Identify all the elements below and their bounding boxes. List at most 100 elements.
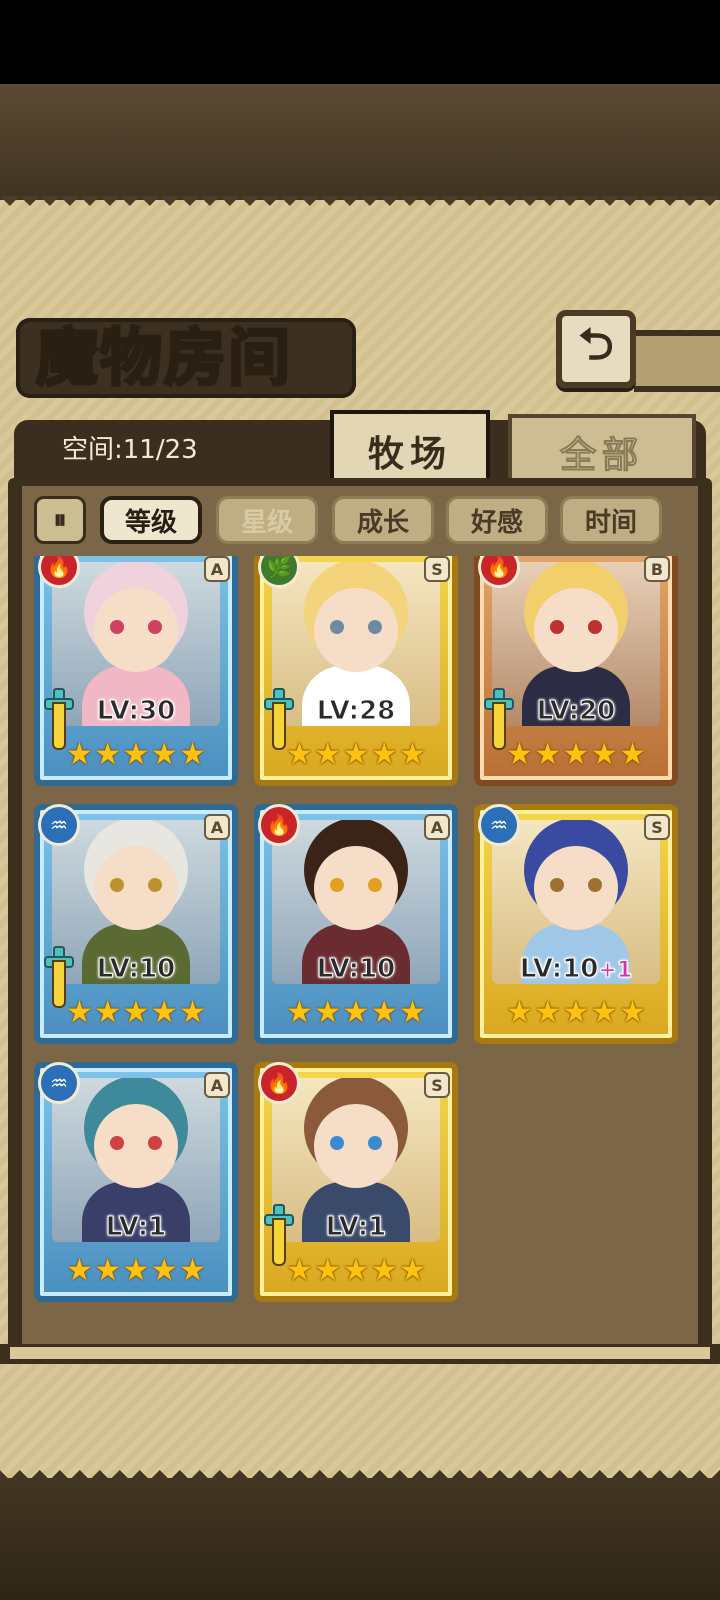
star-icon: ★ xyxy=(286,995,313,1030)
sort-time-button[interactable]: 时间 xyxy=(560,496,662,544)
map-background-top xyxy=(0,84,720,200)
star-rating: ★ ★ ★ ★ ★ xyxy=(286,738,426,772)
monster-card[interactable]: 🔥 B LV:20 ★ ★ ★ ★ ★ xyxy=(474,556,678,786)
back-button[interactable]: ⮌ xyxy=(556,310,636,388)
pause-icon: ⏸ xyxy=(53,504,67,535)
star-icon: ★ xyxy=(66,737,93,772)
water-element-icon: ♒ xyxy=(478,804,520,846)
star-icon: ★ xyxy=(94,995,122,1030)
star-icon: ★ xyxy=(150,1253,178,1288)
rank-badge: S xyxy=(424,1072,450,1098)
star-rating: ★ ★ ★ ★ ★ xyxy=(286,1254,426,1288)
storage-space-label: 空间:11/23 xyxy=(62,435,198,465)
portrait-eyes xyxy=(330,878,382,892)
star-icon: ★ xyxy=(94,737,122,772)
portrait-eyes xyxy=(330,1136,382,1150)
monster-grid: 🔥 A LV:30 ★ ★ ★ ★ ★ 🌿 S LV:28 ★ ★ ★ ★ ★ 🔥 B LV:20 ★ ★ ★ ★ ★ ♒ A LV… xyxy=(34,556,686,1326)
star-icon: ★ xyxy=(122,995,150,1030)
star-icon: ★ xyxy=(342,995,370,1030)
star-icon: ★ xyxy=(590,737,618,772)
sort-order-toggle-button[interactable]: ⏸ xyxy=(34,496,86,544)
return-arrow-icon: ⮌ xyxy=(578,318,614,370)
rank-badge: S xyxy=(644,814,670,840)
torn-edge-top xyxy=(0,196,720,216)
monster-card[interactable]: 🔥 A LV:30 ★ ★ ★ ★ ★ xyxy=(34,556,238,786)
star-rating: ★ ★ ★ ★ ★ xyxy=(286,996,426,1030)
star-rating: ★ ★ ★ ★ ★ xyxy=(506,996,646,1030)
monster-card[interactable]: ♒ A LV:1 ★ ★ ★ ★ ★ xyxy=(34,1062,238,1302)
star-icon: ★ xyxy=(122,737,150,772)
star-icon: ★ xyxy=(150,737,178,772)
sort-bar: ⏸ 等级 星级 成长 好感 时间 xyxy=(34,496,686,546)
fire-element-icon: 🔥 xyxy=(258,804,300,846)
rank-badge: B xyxy=(644,556,670,582)
star-icon: ★ xyxy=(370,1253,398,1288)
star-icon: ★ xyxy=(286,737,313,772)
level-label: LV:1 xyxy=(325,1212,387,1243)
level-label: LV:10+1 xyxy=(519,954,633,985)
star-icon: ★ xyxy=(370,995,398,1030)
tab-all[interactable]: 全部 xyxy=(508,414,696,486)
water-element-icon: ♒ xyxy=(38,804,80,846)
monster-card[interactable]: ♒ S LV:10+1 ★ ★ ★ ★ ★ xyxy=(474,804,678,1044)
fire-element-icon: 🔥 xyxy=(258,1062,300,1104)
monster-card[interactable]: ♒ A LV:10 ★ ★ ★ ★ ★ xyxy=(34,804,238,1044)
portrait-eyes xyxy=(110,878,162,892)
status-bar xyxy=(0,0,720,84)
header-rail xyxy=(634,330,720,392)
star-icon: ★ xyxy=(314,1253,342,1288)
star-icon: ★ xyxy=(314,737,342,772)
star-icon: ★ xyxy=(399,737,426,772)
star-icon: ★ xyxy=(506,737,533,772)
monster-card[interactable]: 🌿 S LV:28 ★ ★ ★ ★ ★ xyxy=(254,556,458,786)
level-label: LV:28 xyxy=(316,696,396,727)
star-rating: ★ ★ ★ ★ ★ xyxy=(66,1254,206,1288)
star-icon: ★ xyxy=(179,995,206,1030)
rank-badge: A xyxy=(204,556,230,582)
rank-badge: S xyxy=(424,556,450,582)
star-icon: ★ xyxy=(66,1253,93,1288)
water-element-icon: ♒ xyxy=(38,1062,80,1104)
monster-card[interactable]: 🔥 A LV:10 ★ ★ ★ ★ ★ xyxy=(254,804,458,1044)
portrait-eyes xyxy=(110,1136,162,1150)
star-icon: ★ xyxy=(122,1253,150,1288)
star-icon: ★ xyxy=(506,995,533,1030)
portrait-eyes xyxy=(550,620,602,634)
portrait-eyes xyxy=(110,620,162,634)
sort-level-button[interactable]: 等级 xyxy=(100,496,202,544)
portrait-eyes xyxy=(550,878,602,892)
star-icon: ★ xyxy=(590,995,618,1030)
star-icon: ★ xyxy=(286,1253,313,1288)
monster-card[interactable]: 🔥 S LV:1 ★ ★ ★ ★ ★ xyxy=(254,1062,458,1302)
star-icon: ★ xyxy=(619,995,646,1030)
star-rating: ★ ★ ★ ★ ★ xyxy=(506,738,646,772)
sort-affection-button[interactable]: 好感 xyxy=(446,496,548,544)
sort-star-button[interactable]: 星级 xyxy=(216,496,318,544)
star-icon: ★ xyxy=(66,995,93,1030)
star-rating: ★ ★ ★ ★ ★ xyxy=(66,996,206,1030)
tab-ranch[interactable]: 牧场 xyxy=(330,410,490,488)
sort-growth-button[interactable]: 成长 xyxy=(332,496,434,544)
torn-edge-bottom xyxy=(0,1460,720,1480)
map-background-bottom xyxy=(0,1478,720,1600)
star-icon: ★ xyxy=(179,737,206,772)
portrait-eyes xyxy=(330,620,382,634)
star-icon: ★ xyxy=(94,1253,122,1288)
level-label: LV:30 xyxy=(96,696,176,727)
star-icon: ★ xyxy=(342,737,370,772)
star-icon: ★ xyxy=(619,737,646,772)
page-title: 魔物房间 xyxy=(34,320,293,396)
rank-badge: A xyxy=(424,814,450,840)
star-rating: ★ ★ ★ ★ ★ xyxy=(66,738,206,772)
star-icon: ★ xyxy=(150,995,178,1030)
level-label: LV:1 xyxy=(105,1212,167,1243)
star-icon: ★ xyxy=(562,995,590,1030)
list-frame-rail xyxy=(10,1347,710,1359)
star-icon: ★ xyxy=(534,995,562,1030)
level-bonus: +1 xyxy=(598,958,633,984)
star-icon: ★ xyxy=(342,1253,370,1288)
level-label: LV:10 xyxy=(316,954,396,985)
star-icon: ★ xyxy=(179,1253,206,1288)
rank-badge: A xyxy=(204,814,230,840)
star-icon: ★ xyxy=(534,737,562,772)
